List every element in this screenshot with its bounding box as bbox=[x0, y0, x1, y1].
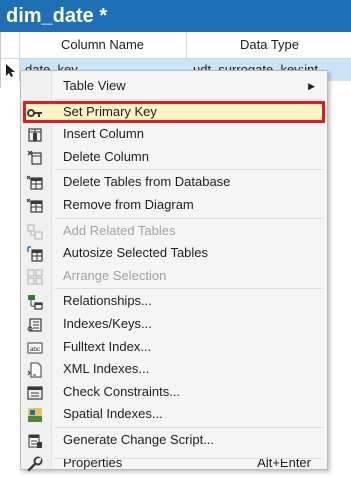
menu-tail bbox=[20, 70, 328, 470]
current-row-arrow-icon bbox=[6, 64, 15, 77]
row-selector[interactable] bbox=[1, 59, 20, 81]
data-type-header[interactable]: Data Type bbox=[187, 32, 351, 58]
row-selector-header bbox=[1, 32, 20, 58]
column-name-header[interactable]: Column Name bbox=[19, 32, 187, 58]
grid-header: Column Name Data Type bbox=[1, 32, 351, 59]
designer-title: dim_date * bbox=[0, 0, 351, 32]
